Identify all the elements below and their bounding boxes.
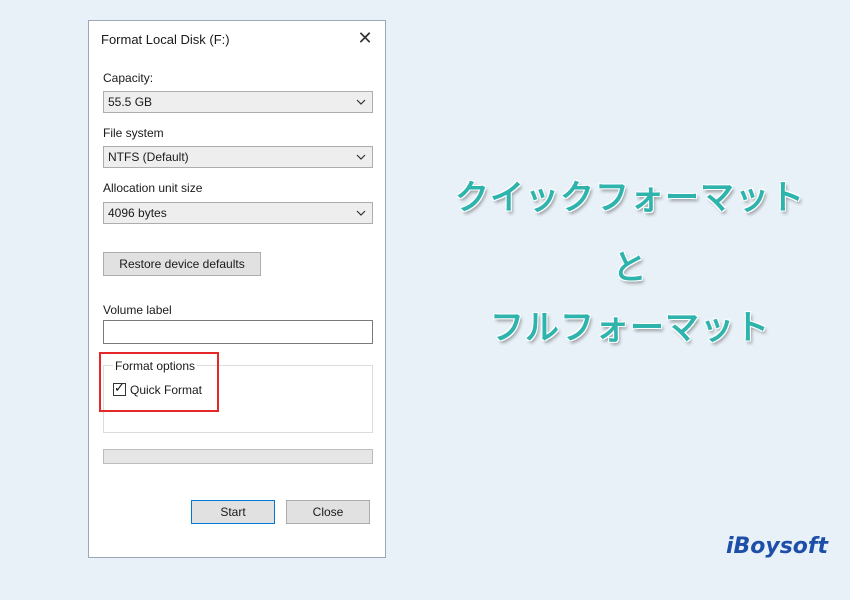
volume-label-label: Volume label	[103, 303, 172, 317]
headline-line-3: フルフォーマット	[490, 308, 770, 348]
brand-logo: iBoysoft	[725, 534, 828, 559]
file-system-value: NTFS (Default)	[108, 150, 189, 164]
close-button[interactable]: Close	[286, 500, 370, 524]
restore-defaults-button[interactable]: Restore device defaults	[103, 252, 261, 276]
dialog-title: Format Local Disk (F:)	[101, 32, 230, 47]
allocation-select[interactable]: 4096 bytes	[103, 202, 373, 224]
chevron-down-icon	[356, 154, 366, 160]
headline-line-1: クイックフォーマット	[455, 178, 805, 218]
chevron-down-icon	[356, 210, 366, 216]
highlight-box	[99, 352, 219, 412]
close-icon[interactable]: ✕	[353, 26, 377, 50]
chevron-down-icon	[356, 99, 366, 105]
file-system-select[interactable]: NTFS (Default)	[103, 146, 373, 168]
capacity-label: Capacity:	[103, 71, 154, 85]
file-system-label: File system	[103, 126, 164, 140]
format-dialog: Format Local Disk (F:) ✕ Capacity: 55.5 …	[88, 20, 386, 558]
allocation-value: 4096 bytes	[108, 206, 167, 220]
start-button[interactable]: Start	[191, 500, 275, 524]
allocation-label: Allocation unit size	[103, 181, 203, 195]
volume-label-input[interactable]	[103, 320, 373, 344]
capacity-select[interactable]: 55.5 GB	[103, 91, 373, 113]
progress-bar	[103, 449, 373, 464]
headline-line-2: と	[612, 248, 648, 288]
capacity-value: 55.5 GB	[108, 95, 153, 109]
